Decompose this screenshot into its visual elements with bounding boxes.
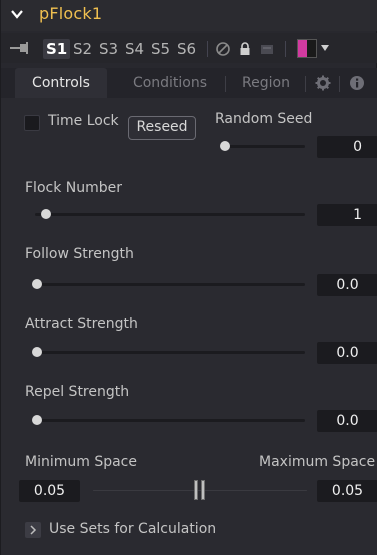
follow-strength-handle[interactable] bbox=[32, 279, 42, 289]
inspector-panel: pFlock1 S1 S2 S3 S4 S5 S6 Controls Condi… bbox=[0, 0, 377, 555]
tab-controls[interactable]: Controls bbox=[15, 68, 107, 98]
cache-icon[interactable] bbox=[259, 41, 275, 57]
minimum-space-value[interactable]: 0.05 bbox=[19, 480, 80, 502]
random-seed-value[interactable]: 0 bbox=[317, 136, 377, 158]
version-tab-s6[interactable]: S6 bbox=[177, 39, 196, 59]
space-range-slider[interactable] bbox=[93, 490, 307, 491]
random-seed-handle[interactable] bbox=[220, 141, 230, 151]
version-tab-s2[interactable]: S2 bbox=[73, 39, 92, 59]
flock-number-handle[interactable] bbox=[41, 209, 51, 219]
pin-icon[interactable] bbox=[10, 42, 30, 54]
lock-icon[interactable] bbox=[237, 41, 253, 57]
separator bbox=[225, 76, 226, 92]
attract-strength-label: Attract Strength bbox=[25, 316, 138, 332]
separator bbox=[305, 76, 306, 92]
tab-conditions[interactable]: Conditions bbox=[117, 68, 223, 98]
repel-strength-slider[interactable] bbox=[35, 419, 305, 422]
reseed-button[interactable]: Reseed bbox=[128, 116, 196, 140]
chevron-right-icon bbox=[30, 525, 37, 535]
random-seed-slider[interactable] bbox=[225, 145, 305, 148]
use-sets-expander[interactable] bbox=[25, 522, 41, 538]
maximum-space-value[interactable]: 0.05 bbox=[317, 480, 377, 502]
separator bbox=[285, 41, 286, 57]
version-tab-s1[interactable]: S1 bbox=[43, 39, 71, 59]
range-handle-left[interactable] bbox=[194, 480, 198, 500]
time-lock-checkbox[interactable] bbox=[24, 115, 40, 131]
maximum-space-label: Maximum Space bbox=[259, 454, 376, 470]
follow-strength-label: Follow Strength bbox=[25, 246, 134, 262]
repel-strength-label: Repel Strength bbox=[25, 384, 130, 400]
chevron-down-icon[interactable] bbox=[10, 7, 24, 21]
tab-bar: Controls Conditions Region bbox=[1, 68, 377, 98]
version-bar: S1 S2 S3 S4 S5 S6 bbox=[1, 33, 377, 63]
attract-strength-slider[interactable] bbox=[35, 351, 305, 354]
version-tab-s3[interactable]: S3 bbox=[99, 39, 118, 59]
tool-header[interactable]: pFlock1 bbox=[1, 0, 377, 31]
attract-strength-handle[interactable] bbox=[32, 347, 42, 357]
color-swatch[interactable] bbox=[297, 39, 317, 58]
version-tab-s5[interactable]: S5 bbox=[151, 39, 170, 59]
repel-strength-handle[interactable] bbox=[32, 415, 42, 425]
tab-region[interactable]: Region bbox=[231, 68, 301, 98]
minimum-space-label: Minimum Space bbox=[25, 454, 137, 470]
follow-strength-value[interactable]: 0.0 bbox=[317, 274, 377, 296]
use-sets-label: Use Sets for Calculation bbox=[49, 521, 217, 537]
attract-strength-value[interactable]: 0.0 bbox=[317, 342, 377, 364]
time-lock-label: Time Lock bbox=[48, 113, 119, 129]
settings-gear-icon[interactable] bbox=[315, 75, 331, 91]
follow-strength-slider[interactable] bbox=[35, 283, 305, 286]
info-icon[interactable] bbox=[349, 75, 365, 91]
repel-strength-value[interactable]: 0.0 bbox=[317, 410, 377, 432]
version-tab-s4[interactable]: S4 bbox=[125, 39, 144, 59]
flock-number-value[interactable]: 1 bbox=[317, 204, 377, 226]
separator bbox=[339, 76, 340, 92]
dropdown-arrow-icon[interactable] bbox=[321, 45, 329, 51]
flock-number-slider[interactable] bbox=[35, 213, 305, 216]
tool-title: pFlock1 bbox=[39, 4, 103, 23]
range-handle-right[interactable] bbox=[201, 480, 205, 500]
separator bbox=[207, 41, 208, 57]
flock-number-label: Flock Number bbox=[25, 180, 123, 196]
random-seed-label: Random Seed bbox=[215, 111, 313, 127]
disable-icon[interactable] bbox=[215, 41, 231, 57]
